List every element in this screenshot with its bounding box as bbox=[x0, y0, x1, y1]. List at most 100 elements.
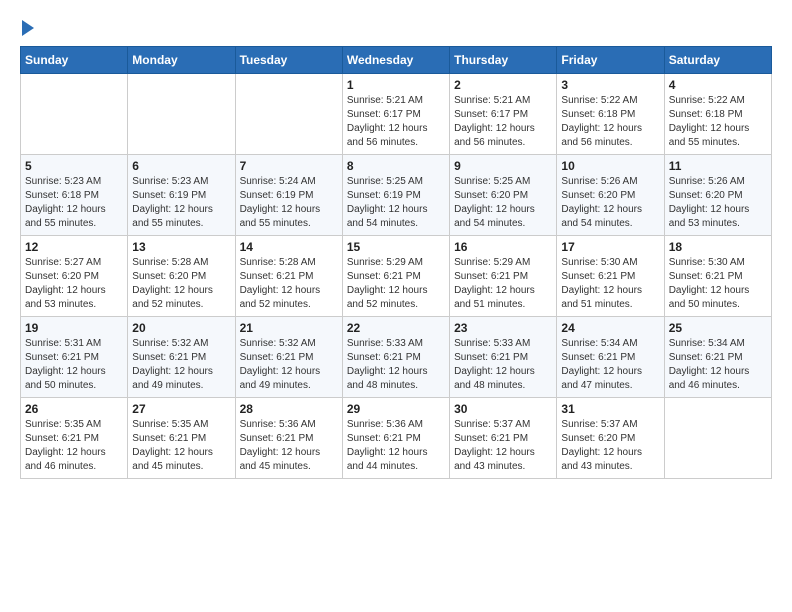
day-info: Sunrise: 5:36 AM Sunset: 6:21 PM Dayligh… bbox=[347, 418, 445, 474]
day-info: Sunrise: 5:29 AM Sunset: 6:21 PM Dayligh… bbox=[454, 256, 552, 312]
logo-arrow-icon bbox=[22, 20, 34, 36]
calendar-cell: 11 Sunrise: 5:26 AM Sunset: 6:20 PM Dayli… bbox=[664, 155, 771, 236]
day-info: Sunrise: 5:23 AM Sunset: 6:18 PM Dayligh… bbox=[25, 175, 123, 231]
day-number: 18 bbox=[669, 240, 767, 254]
day-number: 21 bbox=[240, 321, 338, 335]
day-number: 17 bbox=[561, 240, 659, 254]
calendar-cell: 29 Sunrise: 5:36 AM Sunset: 6:21 PM Dayli… bbox=[342, 398, 449, 479]
calendar-cell: 9 Sunrise: 5:25 AM Sunset: 6:20 PM Daylig… bbox=[450, 155, 557, 236]
day-info: Sunrise: 5:27 AM Sunset: 6:20 PM Dayligh… bbox=[25, 256, 123, 312]
day-info: Sunrise: 5:36 AM Sunset: 6:21 PM Dayligh… bbox=[240, 418, 338, 474]
weekday-header: Friday bbox=[557, 47, 664, 74]
day-info: Sunrise: 5:33 AM Sunset: 6:21 PM Dayligh… bbox=[454, 337, 552, 393]
calendar-cell: 13 Sunrise: 5:28 AM Sunset: 6:20 PM Dayli… bbox=[128, 236, 235, 317]
day-info: Sunrise: 5:21 AM Sunset: 6:17 PM Dayligh… bbox=[454, 94, 552, 150]
day-number: 14 bbox=[240, 240, 338, 254]
day-number: 30 bbox=[454, 402, 552, 416]
day-number: 4 bbox=[669, 78, 767, 92]
day-number: 31 bbox=[561, 402, 659, 416]
day-number: 28 bbox=[240, 402, 338, 416]
weekday-header: Thursday bbox=[450, 47, 557, 74]
day-number: 12 bbox=[25, 240, 123, 254]
calendar-cell: 4 Sunrise: 5:22 AM Sunset: 6:18 PM Daylig… bbox=[664, 74, 771, 155]
weekday-header: Tuesday bbox=[235, 47, 342, 74]
day-number: 6 bbox=[132, 159, 230, 173]
day-info: Sunrise: 5:25 AM Sunset: 6:19 PM Dayligh… bbox=[347, 175, 445, 231]
weekday-header: Monday bbox=[128, 47, 235, 74]
day-info: Sunrise: 5:34 AM Sunset: 6:21 PM Dayligh… bbox=[669, 337, 767, 393]
day-number: 26 bbox=[25, 402, 123, 416]
day-number: 9 bbox=[454, 159, 552, 173]
day-info: Sunrise: 5:37 AM Sunset: 6:21 PM Dayligh… bbox=[454, 418, 552, 474]
day-number: 13 bbox=[132, 240, 230, 254]
day-number: 25 bbox=[669, 321, 767, 335]
day-number: 10 bbox=[561, 159, 659, 173]
day-number: 2 bbox=[454, 78, 552, 92]
day-number: 5 bbox=[25, 159, 123, 173]
day-info: Sunrise: 5:30 AM Sunset: 6:21 PM Dayligh… bbox=[561, 256, 659, 312]
calendar-cell: 25 Sunrise: 5:34 AM Sunset: 6:21 PM Dayli… bbox=[664, 317, 771, 398]
calendar-cell: 26 Sunrise: 5:35 AM Sunset: 6:21 PM Dayli… bbox=[21, 398, 128, 479]
calendar-cell: 2 Sunrise: 5:21 AM Sunset: 6:17 PM Daylig… bbox=[450, 74, 557, 155]
day-info: Sunrise: 5:26 AM Sunset: 6:20 PM Dayligh… bbox=[669, 175, 767, 231]
calendar-cell: 16 Sunrise: 5:29 AM Sunset: 6:21 PM Dayli… bbox=[450, 236, 557, 317]
calendar-cell: 19 Sunrise: 5:31 AM Sunset: 6:21 PM Dayli… bbox=[21, 317, 128, 398]
day-number: 7 bbox=[240, 159, 338, 173]
calendar-week-row: 19 Sunrise: 5:31 AM Sunset: 6:21 PM Dayli… bbox=[21, 317, 772, 398]
calendar-cell: 15 Sunrise: 5:29 AM Sunset: 6:21 PM Dayli… bbox=[342, 236, 449, 317]
calendar-cell: 5 Sunrise: 5:23 AM Sunset: 6:18 PM Daylig… bbox=[21, 155, 128, 236]
day-info: Sunrise: 5:24 AM Sunset: 6:19 PM Dayligh… bbox=[240, 175, 338, 231]
day-number: 27 bbox=[132, 402, 230, 416]
day-number: 11 bbox=[669, 159, 767, 173]
logo bbox=[20, 20, 34, 36]
calendar-cell bbox=[664, 398, 771, 479]
day-number: 1 bbox=[347, 78, 445, 92]
calendar-cell: 7 Sunrise: 5:24 AM Sunset: 6:19 PM Daylig… bbox=[235, 155, 342, 236]
day-info: Sunrise: 5:29 AM Sunset: 6:21 PM Dayligh… bbox=[347, 256, 445, 312]
calendar-week-row: 1 Sunrise: 5:21 AM Sunset: 6:17 PM Daylig… bbox=[21, 74, 772, 155]
day-number: 16 bbox=[454, 240, 552, 254]
calendar-cell: 17 Sunrise: 5:30 AM Sunset: 6:21 PM Dayli… bbox=[557, 236, 664, 317]
day-info: Sunrise: 5:22 AM Sunset: 6:18 PM Dayligh… bbox=[669, 94, 767, 150]
day-number: 3 bbox=[561, 78, 659, 92]
calendar-cell bbox=[21, 74, 128, 155]
day-info: Sunrise: 5:30 AM Sunset: 6:21 PM Dayligh… bbox=[669, 256, 767, 312]
calendar-cell bbox=[235, 74, 342, 155]
calendar-cell: 22 Sunrise: 5:33 AM Sunset: 6:21 PM Dayli… bbox=[342, 317, 449, 398]
calendar-cell: 21Sunrise: 5:32 AM Sunset: 6:21 PM Dayli… bbox=[235, 317, 342, 398]
day-number: 15 bbox=[347, 240, 445, 254]
calendar-cell: 6Sunrise: 5:23 AM Sunset: 6:19 PM Daylig… bbox=[128, 155, 235, 236]
day-info: Sunrise: 5:34 AM Sunset: 6:21 PM Dayligh… bbox=[561, 337, 659, 393]
day-number: 29 bbox=[347, 402, 445, 416]
calendar-cell bbox=[128, 74, 235, 155]
day-number: 8 bbox=[347, 159, 445, 173]
calendar-header-row: SundayMondayTuesdayWednesdayThursdayFrid… bbox=[21, 47, 772, 74]
calendar-cell: 20Sunrise: 5:32 AM Sunset: 6:21 PM Dayli… bbox=[128, 317, 235, 398]
day-info: Sunrise: 5:28 AM Sunset: 6:21 PM Dayligh… bbox=[240, 256, 338, 312]
calendar-week-row: 12 Sunrise: 5:27 AM Sunset: 6:20 PM Dayli… bbox=[21, 236, 772, 317]
day-number: 23 bbox=[454, 321, 552, 335]
day-info: Sunrise: 5:33 AM Sunset: 6:21 PM Dayligh… bbox=[347, 337, 445, 393]
calendar-cell: 1Sunrise: 5:21 AM Sunset: 6:17 PM Daylig… bbox=[342, 74, 449, 155]
calendar-cell: 14 Sunrise: 5:28 AM Sunset: 6:21 PM Dayli… bbox=[235, 236, 342, 317]
day-info: Sunrise: 5:37 AM Sunset: 6:20 PM Dayligh… bbox=[561, 418, 659, 474]
day-info: Sunrise: 5:31 AM Sunset: 6:21 PM Dayligh… bbox=[25, 337, 123, 393]
calendar-week-row: 5 Sunrise: 5:23 AM Sunset: 6:18 PM Daylig… bbox=[21, 155, 772, 236]
calendar-cell: 10 Sunrise: 5:26 AM Sunset: 6:20 PM Dayli… bbox=[557, 155, 664, 236]
calendar-cell: 31 Sunrise: 5:37 AM Sunset: 6:20 PM Dayli… bbox=[557, 398, 664, 479]
day-info: Sunrise: 5:35 AM Sunset: 6:21 PM Dayligh… bbox=[25, 418, 123, 474]
calendar-cell: 12 Sunrise: 5:27 AM Sunset: 6:20 PM Dayli… bbox=[21, 236, 128, 317]
day-number: 19 bbox=[25, 321, 123, 335]
calendar-week-row: 26 Sunrise: 5:35 AM Sunset: 6:21 PM Dayli… bbox=[21, 398, 772, 479]
day-info: Sunrise: 5:28 AM Sunset: 6:20 PM Dayligh… bbox=[132, 256, 230, 312]
calendar-cell: 8 Sunrise: 5:25 AM Sunset: 6:19 PM Daylig… bbox=[342, 155, 449, 236]
calendar-cell: 3Sunrise: 5:22 AM Sunset: 6:18 PM Daylig… bbox=[557, 74, 664, 155]
calendar-table: SundayMondayTuesdayWednesdayThursdayFrid… bbox=[20, 46, 772, 479]
weekday-header: Saturday bbox=[664, 47, 771, 74]
day-info: Sunrise: 5:26 AM Sunset: 6:20 PM Dayligh… bbox=[561, 175, 659, 231]
day-info: Sunrise: 5:25 AM Sunset: 6:20 PM Dayligh… bbox=[454, 175, 552, 231]
calendar-cell: 23 Sunrise: 5:33 AM Sunset: 6:21 PM Dayli… bbox=[450, 317, 557, 398]
day-info: Sunrise: 5:35 AM Sunset: 6:21 PM Dayligh… bbox=[132, 418, 230, 474]
day-number: 22 bbox=[347, 321, 445, 335]
day-info: Sunrise: 5:32 AM Sunset: 6:21 PM Dayligh… bbox=[132, 337, 230, 393]
